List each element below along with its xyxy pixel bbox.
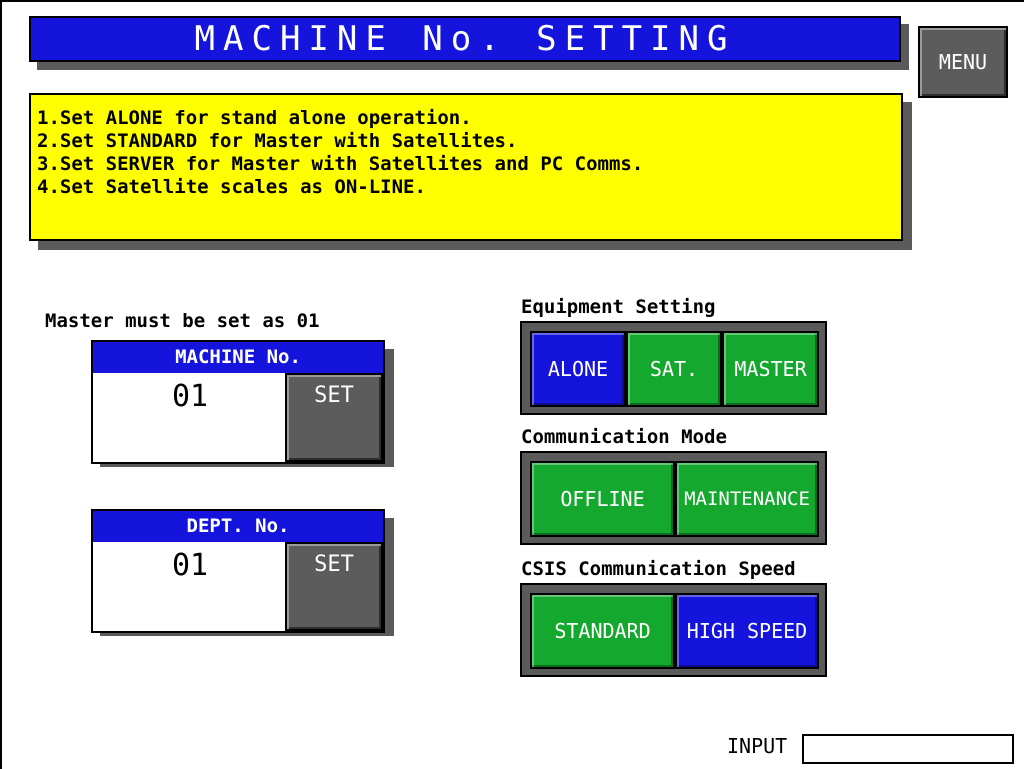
screen-border-top	[0, 0, 1024, 2]
master-note: Master must be set as 01	[45, 310, 320, 332]
dept-no-label: DEPT. No.	[93, 511, 383, 542]
instruction-line: 4.Set Satellite scales as ON-LINE.	[37, 176, 426, 198]
menu-button[interactable]: MENU	[918, 26, 1008, 98]
communication-mode-label: Communication Mode	[521, 426, 727, 448]
machine-no-field: MACHINE No. 01 SET	[91, 340, 385, 464]
instructions-panel: 1.Set ALONE for stand alone operation. 2…	[29, 93, 903, 241]
equipment-master-button[interactable]: MASTER	[722, 331, 819, 407]
equipment-alone-button[interactable]: ALONE	[530, 331, 626, 407]
dept-no-set-button[interactable]: SET	[285, 542, 383, 631]
csis-speed-label: CSIS Communication Speed	[521, 558, 796, 580]
dept-no-field: DEPT. No. 01 SET	[91, 509, 385, 633]
page-title: MACHINE No. SETTING	[29, 16, 901, 62]
equipment-setting-label: Equipment Setting	[521, 296, 716, 318]
csis-speed-group: STANDARD HIGH SPEED	[520, 583, 827, 677]
instruction-line: 3.Set SERVER for Master with Satellites …	[37, 153, 644, 175]
dept-no-value[interactable]: 01	[93, 542, 287, 631]
screen-border-left	[0, 0, 2, 769]
communication-offline-button[interactable]: OFFLINE	[530, 461, 675, 537]
csis-standard-button[interactable]: STANDARD	[530, 593, 675, 669]
machine-no-label: MACHINE No.	[93, 342, 383, 373]
input-label: INPUT	[727, 734, 788, 758]
machine-no-set-button[interactable]: SET	[285, 373, 383, 462]
communication-mode-group: OFFLINE MAINTENANCE	[520, 451, 827, 545]
instruction-line: 2.Set STANDARD for Master with Satellite…	[37, 130, 518, 152]
communication-maintenance-button[interactable]: MAINTENANCE	[675, 461, 819, 537]
machine-no-value[interactable]: 01	[93, 373, 287, 462]
csis-high-speed-button[interactable]: HIGH SPEED	[675, 593, 819, 669]
equipment-sat-button[interactable]: SAT.	[626, 331, 722, 407]
equipment-setting-group: ALONE SAT. MASTER	[520, 321, 827, 415]
instruction-line: 1.Set ALONE for stand alone operation.	[37, 107, 472, 129]
input-field[interactable]	[802, 734, 1014, 764]
